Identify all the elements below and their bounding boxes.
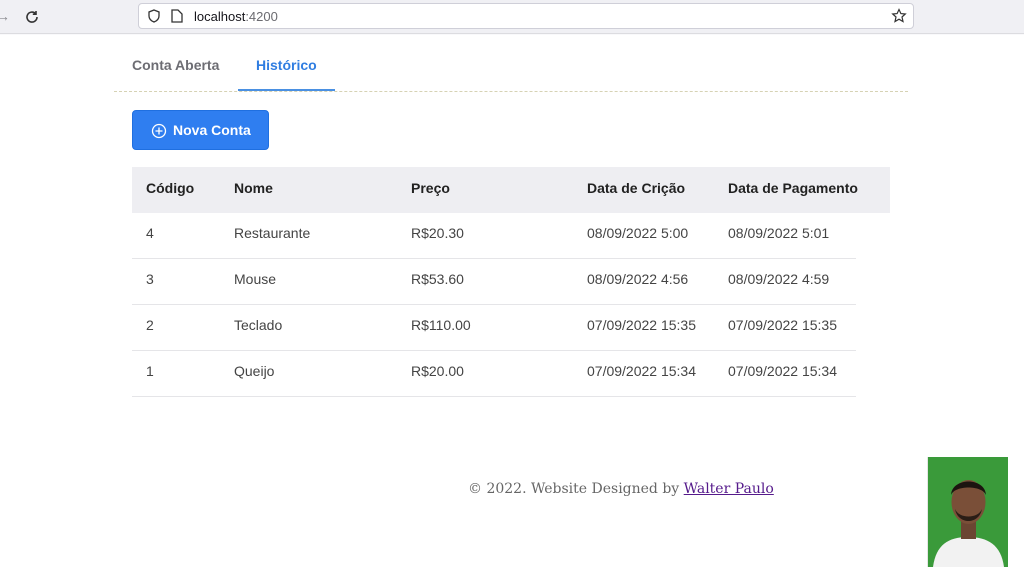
cell-data-pagamento: 08/09/2022 5:01 <box>728 225 830 241</box>
tab-bar: Conta Aberta Histórico <box>114 35 908 92</box>
cell-nome: Teclado <box>234 317 283 333</box>
header-nome: Nome <box>234 180 273 196</box>
header-preco: Preço <box>411 180 450 196</box>
cell-codigo: 2 <box>146 317 154 333</box>
cell-preco: R$110.00 <box>411 317 471 333</box>
cell-nome: Queijo <box>234 363 275 379</box>
author-link[interactable]: Walter Paulo <box>684 481 774 497</box>
table-row: 2 Teclado R$110.00 07/09/2022 15:35 07/0… <box>132 305 856 351</box>
history-table: Código Nome Preço Data de Crição Data de… <box>132 167 890 397</box>
cell-data-pagamento: 08/09/2022 4:59 <box>728 271 830 287</box>
cell-data-criacao: 08/09/2022 4:56 <box>587 271 689 287</box>
page-icon <box>171 9 183 23</box>
webcam-overlay <box>927 457 1008 567</box>
cell-data-criacao: 07/09/2022 15:34 <box>587 363 696 379</box>
active-tab-indicator <box>238 89 335 91</box>
table-row: 1 Queijo R$20.00 07/09/2022 15:34 07/09/… <box>132 351 856 397</box>
nova-conta-label: Nova Conta <box>173 122 251 138</box>
cell-preco: R$53.60 <box>411 271 464 287</box>
cell-data-criacao: 08/09/2022 5:00 <box>587 225 689 241</box>
forward-icon[interactable]: → <box>0 9 10 23</box>
tab-conta-aberta[interactable]: Conta Aberta <box>132 57 219 73</box>
cell-data-criacao: 07/09/2022 15:35 <box>587 317 696 333</box>
person-avatar-icon <box>928 457 1008 567</box>
plus-circle-icon <box>151 123 167 139</box>
table-row: 3 Mouse R$53.60 08/09/2022 4:56 08/09/20… <box>132 259 856 305</box>
page: Conta Aberta Histórico Nova Conta Código… <box>0 35 1024 576</box>
url-bar[interactable]: localhost:4200 <box>138 3 914 29</box>
cell-preco: R$20.00 <box>411 363 464 379</box>
cell-nome: Mouse <box>234 271 277 287</box>
tab-historico[interactable]: Histórico <box>256 57 317 73</box>
cell-data-pagamento: 07/09/2022 15:35 <box>728 317 837 333</box>
cell-codigo: 4 <box>146 225 154 241</box>
cell-data-pagamento: 07/09/2022 15:34 <box>728 363 837 379</box>
browser-toolbar: → localhost:4200 <box>0 0 1024 34</box>
url-text: localhost:4200 <box>194 9 278 24</box>
header-codigo: Código <box>146 180 195 196</box>
cell-preco: R$20.30 <box>411 225 464 241</box>
header-data-criacao: Data de Crição <box>587 180 686 196</box>
reload-icon[interactable] <box>24 9 40 25</box>
table-header: Código Nome Preço Data de Crição Data de… <box>132 167 890 213</box>
footer-text: © 2022. Website Designed by <box>468 481 684 497</box>
cell-codigo: 3 <box>146 271 154 287</box>
table-row: 4 Restaurante R$20.30 08/09/2022 5:00 08… <box>132 213 856 259</box>
shield-icon[interactable] <box>147 9 161 23</box>
bookmark-star-icon[interactable] <box>891 8 907 24</box>
footer: © 2022. Website Designed by Walter Paulo <box>468 481 774 497</box>
cell-codigo: 1 <box>146 363 154 379</box>
nova-conta-button[interactable]: Nova Conta <box>132 110 269 150</box>
header-data-pagamento: Data de Pagamento <box>728 180 858 196</box>
cell-nome: Restaurante <box>234 225 311 241</box>
